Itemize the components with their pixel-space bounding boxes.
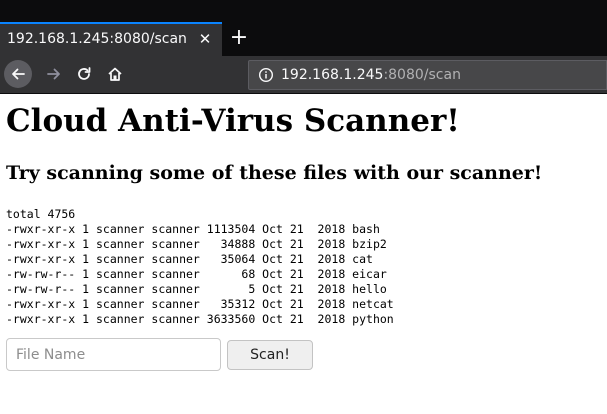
scan-button[interactable]: Scan! [227, 340, 313, 370]
reload-icon [78, 67, 91, 80]
close-icon[interactable]: ✕ [197, 31, 213, 47]
listing-line: -rw-rw-r-- 1 scanner scanner 68 Oct 21 2… [6, 267, 387, 281]
page-subtitle: Try scanning some of these files with ou… [6, 162, 543, 184]
navigation-toolbar: 192.168.1.245:8080/scan [0, 56, 607, 94]
listing-line: total 4756 [6, 207, 76, 221]
browser-tab[interactable]: 192.168.1.245:8080/scan ✕ [0, 22, 222, 56]
listing-line: -rwxr-xr-x 1 scanner scanner 1113504 Oct… [6, 222, 380, 236]
plus-icon[interactable]: + [229, 26, 249, 50]
address-bar[interactable]: 192.168.1.245:8080/scan [248, 60, 607, 90]
url-text: 192.168.1.245:8080/scan [281, 67, 461, 83]
file-name-input[interactable] [6, 338, 221, 371]
page-content: Cloud Anti-Virus Scanner! Try scanning s… [0, 94, 607, 414]
home-button[interactable] [101, 60, 129, 88]
reload-button[interactable] [70, 60, 98, 88]
info-icon[interactable] [258, 67, 274, 83]
forward-button[interactable] [40, 60, 68, 88]
url-host: 192.168.1.245 [281, 67, 384, 83]
back-button[interactable] [4, 60, 32, 88]
listing-line: -rwxr-xr-x 1 scanner scanner 34888 Oct 2… [6, 237, 387, 251]
arrow-right-icon [47, 68, 60, 80]
listing-line: -rwxr-xr-x 1 scanner scanner 35064 Oct 2… [6, 252, 373, 266]
listing-line: -rwxr-xr-x 1 scanner scanner 3633560 Oct… [6, 312, 394, 326]
tab-strip: 192.168.1.245:8080/scan ✕ + [0, 0, 607, 56]
page-title: Cloud Anti-Virus Scanner! [6, 103, 460, 139]
arrow-left-icon [12, 68, 25, 80]
file-listing: total 4756 -rwxr-xr-x 1 scanner scanner 1… [6, 207, 394, 327]
tab-title: 192.168.1.245:8080/scan [7, 31, 187, 47]
url-path: :8080/scan [383, 67, 461, 83]
listing-line: -rw-rw-r-- 1 scanner scanner 5 Oct 21 20… [6, 282, 387, 296]
listing-line: -rwxr-xr-x 1 scanner scanner 35312 Oct 2… [6, 297, 394, 311]
home-icon [108, 67, 122, 81]
